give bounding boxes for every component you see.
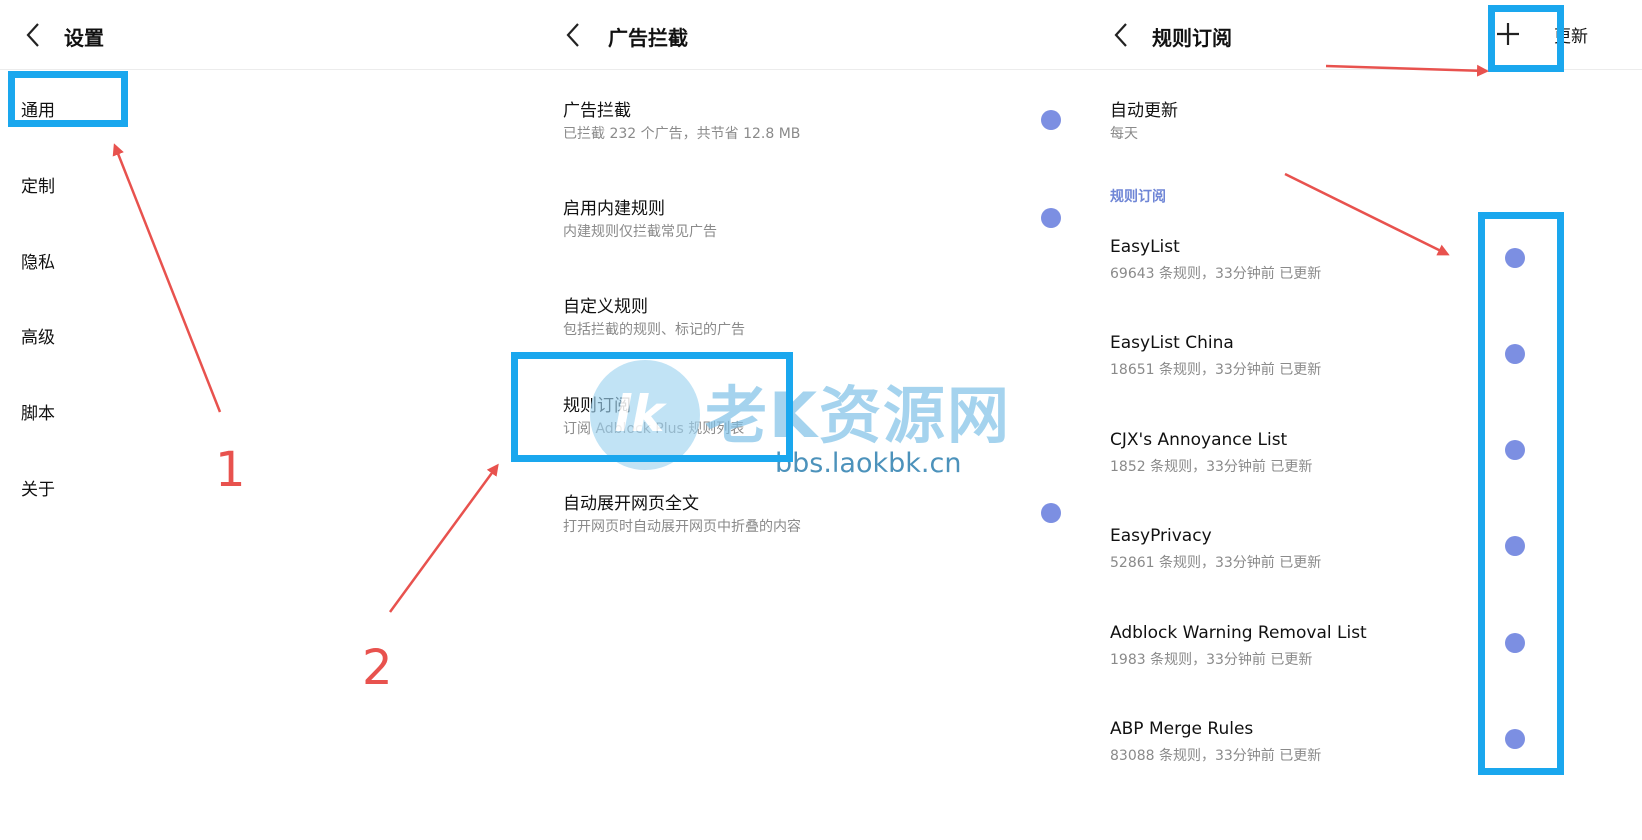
page-title: 规则订阅 [1152,26,1232,50]
back-arrow-icon[interactable] [1110,20,1134,50]
builtin-rules-toggle[interactable] [1041,208,1061,228]
update-button[interactable]: 更新 [1554,22,1588,47]
adblock-panel: 广告拦截 广告拦截 已拦截 232 个广告，共节省 12.8 MB 启用内建规则… [540,0,1088,840]
page-title: 设置 [64,26,104,50]
rule-subscription-subtitle: 订阅 Adblock Plus 规则列表 [563,421,745,437]
auto-update-value: 每天 [1110,126,1138,142]
settings-item-privacy[interactable]: 隐私 [21,248,55,273]
section-label: 规则订阅 [1110,189,1166,205]
subscriptions-panel: 规则订阅 更新 自动更新 每天 规则订阅 EasyList 69643 条规则，… [1088,0,1642,840]
custom-rules-title[interactable]: 自定义规则 [563,292,648,317]
settings-panel: 设置 通用 定制 隐私 高级 脚本 关于 [0,0,540,840]
builtin-rules-title[interactable]: 启用内建规则 [563,194,665,219]
subscription-toggle[interactable] [1505,536,1525,556]
subscription-toggle[interactable] [1505,729,1525,749]
subscription-toggle[interactable] [1505,344,1525,364]
page-title: 广告拦截 [608,26,688,50]
settings-header: 设置 [0,0,540,70]
subscription-name[interactable]: EasyList [1110,237,1180,257]
auto-expand-toggle[interactable] [1041,503,1061,523]
subscription-toggle[interactable] [1505,633,1525,653]
subscription-name[interactable]: CJX's Annoyance List [1110,430,1287,450]
subscription-toggle[interactable] [1505,248,1525,268]
auto-expand-subtitle: 打开网页时自动展开网页中折叠的内容 [563,519,801,535]
settings-item-advanced[interactable]: 高级 [21,323,55,348]
adblock-header: 广告拦截 [540,0,1088,70]
rule-subscription-title[interactable]: 规则订阅 [563,391,631,416]
subscription-name[interactable]: EasyPrivacy [1110,526,1212,546]
annotation-step-2: 2 [362,640,393,696]
subscription-toggle[interactable] [1505,440,1525,460]
builtin-rules-subtitle: 内建规则仅拦截常见广告 [563,224,717,240]
adblock-row-subtitle: 已拦截 232 个广告，共节省 12.8 MB [563,126,801,142]
auto-update-title[interactable]: 自动更新 [1110,96,1178,121]
annotation-step-1: 1 [215,442,246,498]
subscriptions-header: 规则订阅 更新 [1088,0,1642,70]
settings-item-general[interactable]: 通用 [21,96,55,121]
settings-item-about[interactable]: 关于 [21,475,55,500]
subscription-meta: 52861 条规则，33分钟前 已更新 [1110,555,1322,571]
adblock-toggle[interactable] [1041,110,1061,130]
settings-item-scripts[interactable]: 脚本 [21,399,55,424]
subscription-meta: 1852 条规则，33分钟前 已更新 [1110,459,1313,475]
subscription-meta: 18651 条规则，33分钟前 已更新 [1110,362,1322,378]
adblock-row-title[interactable]: 广告拦截 [563,96,631,121]
back-arrow-icon[interactable] [562,20,586,50]
subscription-meta: 83088 条规则，33分钟前 已更新 [1110,748,1322,764]
subscription-meta: 1983 条规则，33分钟前 已更新 [1110,652,1313,668]
settings-item-customize[interactable]: 定制 [21,172,55,197]
subscription-name[interactable]: ABP Merge Rules [1110,719,1253,739]
subscription-name[interactable]: Adblock Warning Removal List [1110,623,1367,643]
custom-rules-subtitle: 包括拦截的规则、标记的广告 [563,322,745,338]
back-arrow-icon[interactable] [22,20,46,50]
auto-expand-title[interactable]: 自动展开网页全文 [563,489,699,514]
add-subscription-icon[interactable] [1494,20,1522,48]
subscription-meta: 69643 条规则，33分钟前 已更新 [1110,266,1322,282]
subscription-name[interactable]: EasyList China [1110,333,1234,353]
